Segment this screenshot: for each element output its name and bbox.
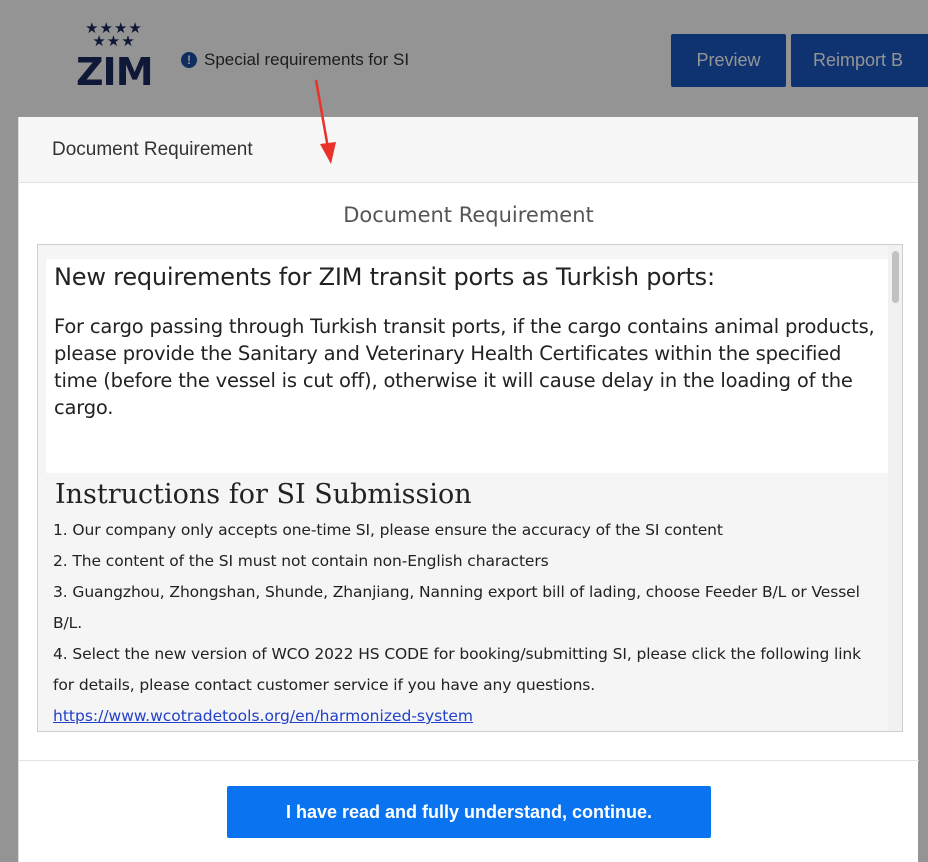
scrollbar-thumb[interactable]: [892, 251, 899, 303]
turkish-ports-panel: New requirements for ZIM transit ports a…: [46, 259, 888, 473]
hs-code-link[interactable]: https://www.wcotradetools.org/en/harmoni…: [53, 701, 883, 731]
instruction-item: 2. The content of the SI must not contai…: [53, 552, 549, 570]
continue-button[interactable]: I have read and fully understand, contin…: [227, 786, 711, 838]
modal-header-title: Document Requirement: [52, 138, 253, 160]
annotation-arrow-icon: [314, 79, 336, 164]
document-requirement-modal: Document Requirement Document Requiremen…: [18, 117, 919, 862]
instructions-list: 1. Our company only accepts one-time SI,…: [53, 515, 883, 731]
modal-subtitle: Document Requirement: [343, 203, 594, 227]
requirements-content-box[interactable]: New requirements for ZIM transit ports a…: [37, 244, 903, 732]
instruction-item: 3. Guangzhou, Zhongshan, Shunde, Zhanjia…: [53, 583, 860, 632]
panel-body: For cargo passing through Turkish transi…: [54, 315, 875, 419]
instructions-title: Instructions for SI Submission: [55, 479, 472, 510]
modal-header: Document Requirement: [19, 117, 918, 183]
instruction-item: 4. Select the new version of WCO 2022 HS…: [53, 645, 862, 694]
modal-footer: I have read and fully understand, contin…: [19, 760, 919, 862]
panel-title: New requirements for ZIM transit ports a…: [54, 263, 715, 291]
requirements-scroll-area: New requirements for ZIM transit ports a…: [38, 245, 888, 731]
instruction-item: 1. Our company only accepts one-time SI,…: [53, 521, 723, 539]
content-scrollbar[interactable]: [888, 245, 902, 731]
